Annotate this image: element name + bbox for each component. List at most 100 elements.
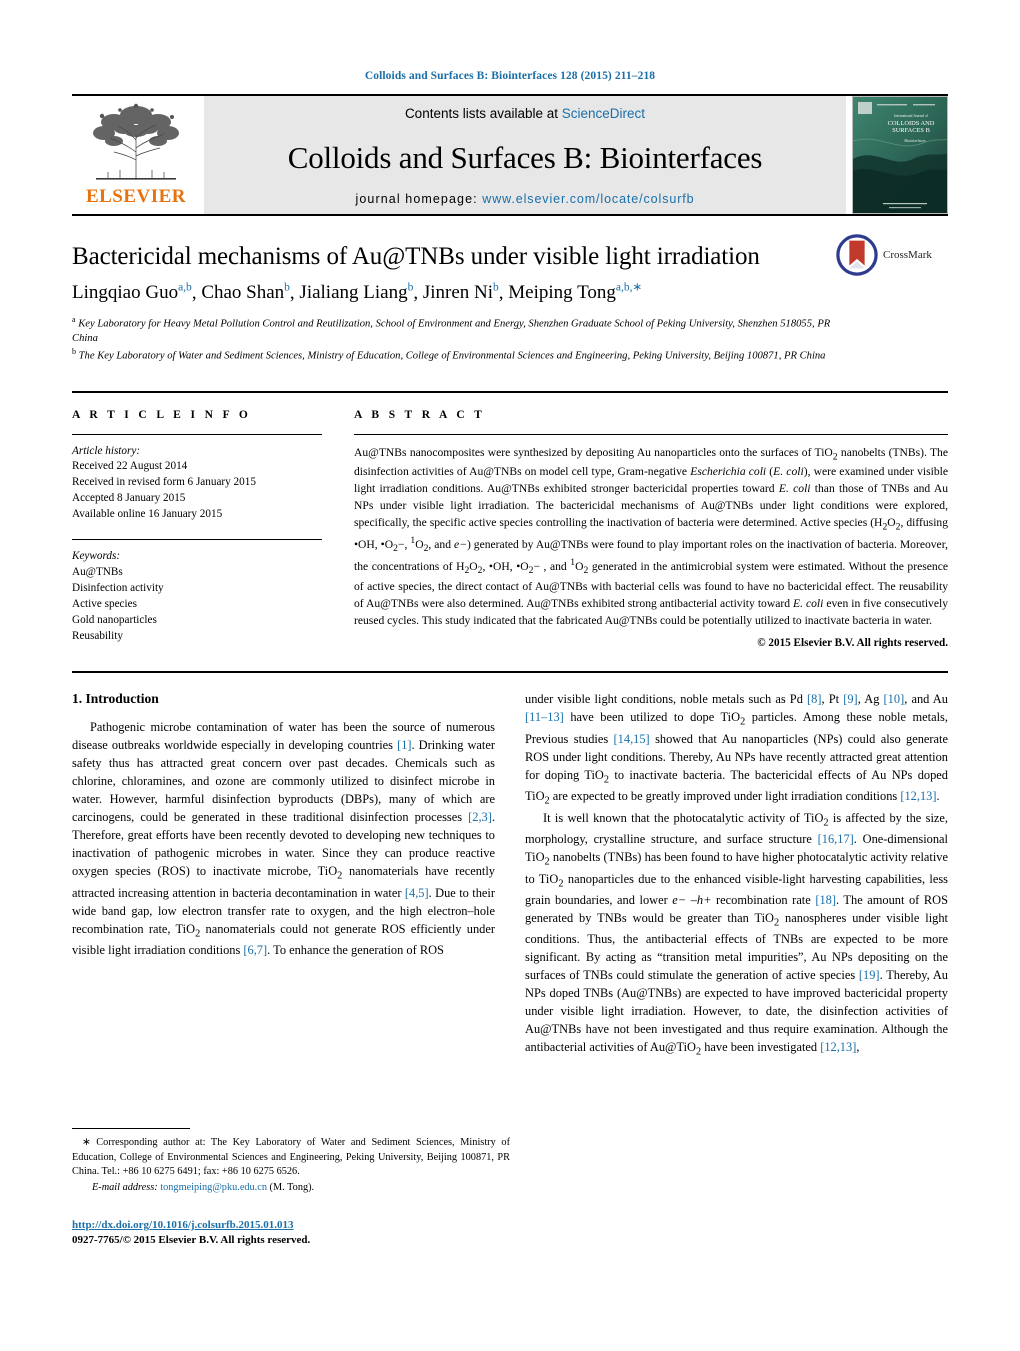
journal-masthead: ELSEVIER Contents lists available at Sci… xyxy=(72,94,948,214)
author-item: Jinren Nib xyxy=(423,282,499,303)
article-history-item: Accepted 8 January 2015 xyxy=(72,492,186,505)
author-separator: , xyxy=(413,281,423,303)
sciencedirect-link[interactable]: ScienceDirect xyxy=(562,106,645,121)
running-head: Colloids and Surfaces B: Biointerfaces 1… xyxy=(364,70,656,82)
body-column-right: under visible light conditions, noble me… xyxy=(525,691,948,1060)
abstract-heading: A B S T R A C T xyxy=(354,408,486,421)
intro-paragraph-left: Pathogenic microbe contamination of wate… xyxy=(72,720,495,958)
title-block: CrossMark Bactericidal mechanisms of Au@… xyxy=(72,216,948,365)
author-name: Meiping Tong xyxy=(508,281,616,303)
homepage-label: journal homepage: xyxy=(355,192,478,206)
citation-ref[interactable]: [12,13] xyxy=(820,1040,856,1054)
abstract-rule xyxy=(354,433,948,435)
corresponding-author-star: ∗ xyxy=(632,281,643,294)
citation-ref[interactable]: [1] xyxy=(397,738,411,752)
crossmark-icon xyxy=(836,234,878,276)
footnote-text: ∗ Corresponding author at: The Key Labor… xyxy=(72,1137,510,1178)
author-item: Meiping Tonga,b,∗ xyxy=(508,282,642,303)
article-info-heading: A R T I C L E I N F O xyxy=(72,408,252,421)
affiliation-text: The Key Laboratory of Water and Sediment… xyxy=(78,350,826,362)
footnote-rule xyxy=(72,1128,190,1129)
keywords-block: Keywords: Au@TNBs Disinfection activity … xyxy=(72,539,322,644)
citation-ref[interactable]: [9] xyxy=(843,692,857,706)
affiliation-mark: b xyxy=(72,347,76,357)
article-info-rule xyxy=(72,433,322,435)
author-separator: , xyxy=(191,281,202,303)
author-name: Jialiang Liang xyxy=(299,281,408,303)
intro-paragraph-right-1: under visible light conditions, noble me… xyxy=(525,692,949,807)
journal-cover-thumbnail: International Journal of COLLOIDS AND SU… xyxy=(852,96,948,214)
article-history-item: Received 22 August 2014 xyxy=(72,460,188,473)
author-item: Jialiang Liangb xyxy=(299,282,413,303)
copyright-line: © 2015 Elsevier B.V. All rights reserved… xyxy=(757,637,948,650)
abstract-column: A B S T R A C T Au@TNBs nanocomposites w… xyxy=(342,408,949,650)
homepage-url-link[interactable]: www.elsevier.com/locate/colsurfb xyxy=(482,192,694,206)
svg-text:SURFACES B: SURFACES B xyxy=(892,127,930,134)
author-separator: , xyxy=(498,281,509,303)
crossmark-label: CrossMark xyxy=(883,249,932,261)
article-info-column: A R T I C L E I N F O Article history: R… xyxy=(72,409,342,650)
article-history-item: Available online 16 January 2015 xyxy=(72,508,223,521)
species-name: E. coli xyxy=(778,481,811,495)
body-columns: 1. Introduction Pathogenic microbe conta… xyxy=(72,673,948,1060)
page-title: Bactericidal mechanisms of Au@TNBs under… xyxy=(72,243,760,270)
journal-header-panel: Contents lists available at ScienceDirec… xyxy=(204,96,846,214)
svg-text:COLLOIDS AND: COLLOIDS AND xyxy=(888,120,935,127)
info-abstract-section: A R T I C L E I N F O Article history: R… xyxy=(72,393,949,650)
doi-link[interactable]: http://dx.doi.org/10.1016/j.colsurfb.201… xyxy=(72,1218,510,1233)
citation-ref[interactable]: [6,7] xyxy=(243,943,267,957)
affiliation-item: a Key Laboratory for Heavy Metal Polluti… xyxy=(72,314,838,347)
crossmark-badge[interactable]: CrossMark xyxy=(836,230,948,280)
author-item: Lingqiao Guoa,b xyxy=(72,282,192,303)
author-affil-mark: a,b xyxy=(178,281,192,294)
body-column-left: 1. Introduction Pathogenic microbe conta… xyxy=(72,691,495,1060)
citation-ref[interactable]: [2,3] xyxy=(468,810,492,824)
article-history-title: Article history: xyxy=(72,444,141,457)
author-separator: , xyxy=(289,281,300,303)
author-name: Lingqiao Guo xyxy=(72,281,179,303)
affiliation-list: a Key Laboratory for Heavy Metal Polluti… xyxy=(72,314,948,365)
journal-homepage-line: journal homepage: www.elsevier.com/locat… xyxy=(355,192,694,206)
author-name: Chao Shan xyxy=(201,281,285,303)
citation-ref[interactable]: [18] xyxy=(815,893,836,907)
species-name: E. coli xyxy=(773,464,804,478)
citation-ref[interactable]: [11–13] xyxy=(525,710,564,724)
citation-ref[interactable]: [16,17] xyxy=(818,832,854,846)
keyword-item: Reusability xyxy=(72,629,123,642)
keyword-item: Disinfection activity xyxy=(72,581,164,594)
abstract-text: Au@TNBs nanocomposites were synthesized … xyxy=(354,445,949,627)
issn-copyright-line: 0927-7765/© 2015 Elsevier B.V. All right… xyxy=(72,1233,311,1246)
email-label: E-mail address: xyxy=(92,1181,158,1193)
contents-available-line: Contents lists available at ScienceDirec… xyxy=(405,106,645,121)
author-affil-mark: a,b,∗ xyxy=(615,281,643,294)
keyword-item: Gold nanoparticles xyxy=(72,613,157,626)
article-history-item: Received in revised form 6 January 2015 xyxy=(72,476,256,489)
keyword-item: Au@TNBs xyxy=(72,565,123,578)
footnote-star: ∗ xyxy=(82,1137,91,1148)
email-link[interactable]: tongmeiping@pku.edu.cn xyxy=(160,1182,267,1193)
article-page: Colloids and Surfaces B: Biointerfaces 1… xyxy=(0,0,1020,1351)
intro-paragraph-right-2: It is well known that the photocatalytic… xyxy=(525,810,949,1058)
species-name: E. coli xyxy=(793,596,824,610)
affiliation-mark: a xyxy=(72,314,76,324)
citation-ref[interactable]: [8] xyxy=(807,692,821,706)
species-name: Escherichia coli xyxy=(690,464,767,478)
elsevier-logo-block: ELSEVIER xyxy=(72,96,200,214)
citation-ref[interactable]: [12,13] xyxy=(900,789,936,803)
section-heading-introduction: 1. Introduction xyxy=(72,691,159,707)
elsevier-wordmark: ELSEVIER xyxy=(85,186,187,207)
citation-ref[interactable]: [19] xyxy=(859,968,880,982)
citation-ref[interactable]: [14,15] xyxy=(614,732,650,746)
keywords-title: Keywords: xyxy=(72,550,121,563)
citation-ref[interactable]: [4,5] xyxy=(405,886,429,900)
author-list: Lingqiao Guoa,b, Chao Shanb, Jialiang Li… xyxy=(72,282,948,305)
affiliation-item: b The Key Laboratory of Water and Sedime… xyxy=(72,346,838,364)
footnote-email-line: E-mail address: tongmeiping@pku.edu.cn (… xyxy=(92,1181,315,1193)
citation-ref[interactable]: [10] xyxy=(884,692,905,706)
keyword-item: Active species xyxy=(72,597,137,610)
page-footer: http://dx.doi.org/10.1016/j.colsurfb.201… xyxy=(72,1218,510,1248)
author-name: Jinren Ni xyxy=(422,281,494,303)
journal-title: Colloids and Surfaces B: Biointerfaces xyxy=(287,139,763,175)
corresponding-author-footnote: ∗ Corresponding author at: The Key Labor… xyxy=(72,1128,510,1195)
keywords-rule xyxy=(72,539,322,541)
